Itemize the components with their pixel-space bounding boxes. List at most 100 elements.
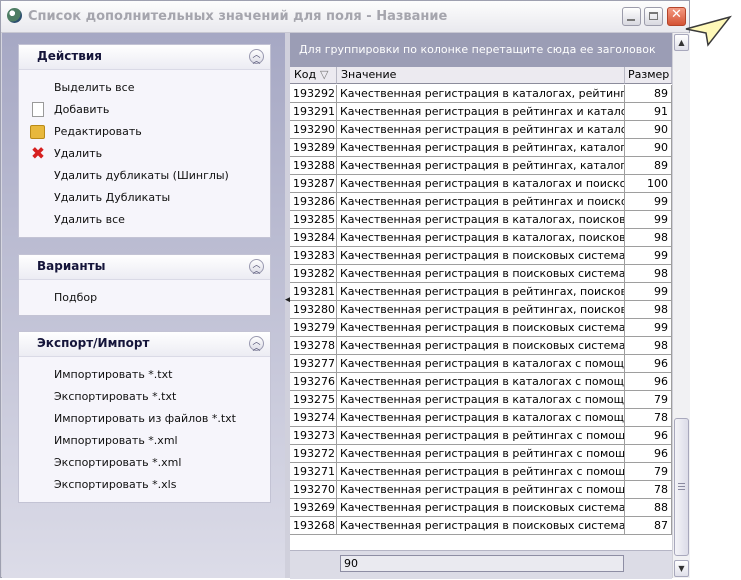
table-row[interactable]: 193270 Качественная регистрация в рейтинг… (290, 481, 672, 499)
cell-value[interactable]: Качественная регистрация в рейтингах с п… (337, 481, 625, 499)
cell-code[interactable]: 193270 (290, 481, 337, 499)
scroll-down-button[interactable]: ▼ (674, 560, 689, 577)
cell-code[interactable]: 193283 (290, 247, 337, 265)
minimize-button[interactable] (622, 7, 641, 26)
table-row[interactable]: 193284 Качественная регистрация в каталог… (290, 229, 672, 247)
cell-value[interactable]: Качественная регистрация в рейтингах и к… (337, 121, 625, 139)
cell-code[interactable]: 193276 (290, 373, 337, 391)
table-row[interactable]: 193281 Качественная регистрация в рейтинг… (290, 283, 672, 301)
table-row[interactable]: 193273 Качественная регистрация в рейтинг… (290, 427, 672, 445)
cell-value[interactable]: Качественная регистрация в каталогах с п… (337, 373, 625, 391)
export-import-panel-header[interactable]: Экспорт/Импорт ︿ ︿ (19, 332, 270, 357)
cell-value[interactable]: Качественная регистрация в поисковых сис… (337, 517, 625, 535)
table-row[interactable]: 193291 Качественная регистрация в рейтинг… (290, 103, 672, 121)
import-from-txt-files-action[interactable]: Импортировать из файлов *.txt (54, 409, 236, 429)
table-row[interactable]: 193280 Качественная регистрация в рейтинг… (290, 301, 672, 319)
cell-value[interactable]: Качественная регистрация в каталогах, по… (337, 229, 625, 247)
cell-value[interactable]: Качественная регистрация в рейтингах и п… (337, 193, 625, 211)
cell-value[interactable]: Качественная регистрация в поисковых сис… (337, 319, 625, 337)
cell-code[interactable]: 193291 (290, 103, 337, 121)
cell-size[interactable]: 90 (625, 139, 672, 157)
collapse-chevron-icon[interactable]: ︿ ︿ (249, 49, 264, 65)
cell-value[interactable]: Качественная регистрация в рейтингах с п… (337, 445, 625, 463)
cell-code[interactable]: 193272 (290, 445, 337, 463)
export-xml-action[interactable]: Экспортировать *.xml (54, 453, 181, 473)
table-row[interactable]: 193290 Качественная регистрация в рейтинг… (290, 121, 672, 139)
cell-value[interactable]: Качественная регистрация в рейтингах, по… (337, 301, 625, 319)
cell-code[interactable]: 193278 (290, 337, 337, 355)
cell-size[interactable]: 100 (625, 175, 672, 193)
cell-size[interactable]: 90 (625, 121, 672, 139)
cell-size[interactable]: 99 (625, 283, 672, 301)
cell-value[interactable]: Качественная регистрация в поисковых сис… (337, 337, 625, 355)
selection-action[interactable]: Подбор (54, 288, 97, 308)
group-by-panel[interactable]: Для группировки по колонке перетащите сю… (290, 33, 672, 67)
table-row[interactable]: 193272 Качественная регистрация в рейтинг… (290, 445, 672, 463)
delete-shingle-duplicates-action[interactable]: Удалить дубликаты (Шинглы) (54, 166, 229, 186)
import-txt-action[interactable]: Импортировать *.txt (54, 365, 172, 385)
table-row[interactable]: 193292 Качественная регистрация в каталог… (290, 85, 672, 103)
export-txt-action[interactable]: Экспортировать *.txt (54, 387, 176, 407)
column-header-size[interactable]: Размер (625, 67, 672, 84)
table-row[interactable]: 193269 Качественная регистрация в поисков… (290, 499, 672, 517)
actions-panel-header[interactable]: Действия ︿ ︿ (19, 45, 270, 70)
import-xml-action[interactable]: Импортировать *.xml (54, 431, 178, 451)
column-header-value[interactable]: Значение (337, 67, 625, 84)
cell-code[interactable]: 193281 (290, 283, 337, 301)
collapse-chevron-icon[interactable]: ︿ ︿ (249, 336, 264, 352)
cell-value[interactable]: Качественная регистрация в каталогах с п… (337, 391, 625, 409)
cell-size[interactable]: 96 (625, 427, 672, 445)
delete-all-action[interactable]: Удалить все (54, 210, 125, 230)
cell-code[interactable]: 193271 (290, 463, 337, 481)
table-row[interactable]: 193283 Качественная регистрация в поисков… (290, 247, 672, 265)
cell-code[interactable]: 193287 (290, 175, 337, 193)
cell-code[interactable]: 193273 (290, 427, 337, 445)
cell-size[interactable]: 99 (625, 319, 672, 337)
cell-size[interactable]: 98 (625, 265, 672, 283)
delete-duplicates-action[interactable]: Удалить Дубликаты (54, 188, 170, 208)
table-row[interactable]: 193287 Качественная регистрация в каталог… (290, 175, 672, 193)
column-header-code[interactable]: Код ▽ (290, 67, 337, 84)
scroll-thumb[interactable] (674, 418, 689, 556)
cell-value[interactable]: Качественная регистрация в рейтингах с п… (337, 463, 625, 481)
title-bar[interactable]: Список дополнительных значений для поля … (1, 1, 689, 33)
cell-code[interactable]: 193282 (290, 265, 337, 283)
table-row[interactable]: 193275 Качественная регистрация в каталог… (290, 391, 672, 409)
cell-size[interactable]: 79 (625, 391, 672, 409)
table-row[interactable]: 193289 Качественная регистрация в рейтинг… (290, 139, 672, 157)
table-row[interactable]: 193276 Качественная регистрация в каталог… (290, 373, 672, 391)
cell-size[interactable]: 79 (625, 463, 672, 481)
cell-value[interactable]: Качественная регистрация в поисковых сис… (337, 247, 625, 265)
cell-size[interactable]: 96 (625, 373, 672, 391)
cell-size[interactable]: 91 (625, 103, 672, 121)
delete-action[interactable]: ✖ Удалить (31, 144, 102, 164)
filter-icon[interactable]: ▽ (320, 67, 328, 83)
cell-size[interactable]: 89 (625, 85, 672, 103)
cell-code[interactable]: 193285 (290, 211, 337, 229)
cell-value[interactable]: Качественная регистрация в поисковых сис… (337, 499, 625, 517)
cell-size[interactable]: 99 (625, 193, 672, 211)
cell-code[interactable]: 193289 (290, 139, 337, 157)
cell-size[interactable]: 98 (625, 229, 672, 247)
cell-value[interactable]: Качественная регистрация в каталогах и п… (337, 175, 625, 193)
table-row[interactable]: 193268 Качественная регистрация в поисков… (290, 517, 672, 535)
table-row[interactable]: 193286 Качественная регистрация в рейтинг… (290, 193, 672, 211)
cell-value[interactable]: Качественная регистрация в рейтингах и к… (337, 103, 625, 121)
cell-size[interactable]: 99 (625, 247, 672, 265)
variants-panel-header[interactable]: Варианты ︿ ︿ (19, 255, 270, 280)
cell-value[interactable]: Качественная регистрация в каталогах, ре… (337, 85, 625, 103)
cell-code[interactable]: 193274 (290, 409, 337, 427)
cell-size[interactable]: 78 (625, 481, 672, 499)
cell-code[interactable]: 193292 (290, 85, 337, 103)
table-row[interactable]: 193288 Качественная регистрация в рейтинг… (290, 157, 672, 175)
table-row[interactable]: 193279 Качественная регистрация в поисков… (290, 319, 672, 337)
cell-value[interactable]: Качественная регистрация в рейтингах, ка… (337, 157, 625, 175)
cell-value[interactable]: Качественная регистрация в рейтингах с п… (337, 427, 625, 445)
cell-size[interactable]: 87 (625, 517, 672, 535)
add-action[interactable]: Добавить (32, 100, 109, 120)
cell-size[interactable]: 96 (625, 445, 672, 463)
cell-value[interactable]: Качественная регистрация в поисковых сис… (337, 265, 625, 283)
vertical-scrollbar[interactable]: ▲ ▼ (672, 33, 690, 578)
cell-size[interactable]: 78 (625, 409, 672, 427)
cell-code[interactable]: 193288 (290, 157, 337, 175)
